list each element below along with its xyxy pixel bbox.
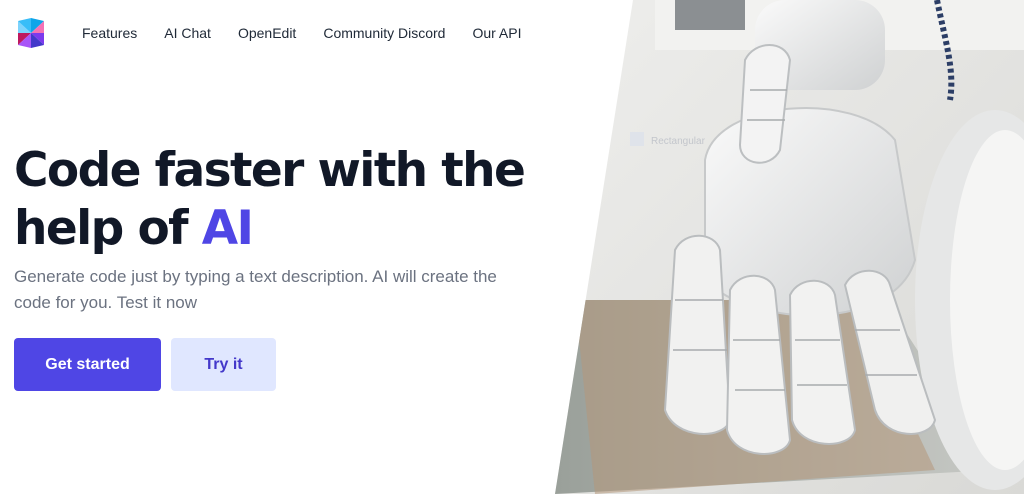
get-started-button[interactable]: Get started	[14, 338, 161, 391]
hero-subtitle: Generate code just by typing a text desc…	[14, 267, 497, 312]
hero-title: Code faster with the help of AI	[14, 142, 574, 258]
nav-links: Features AI Chat OpenEdit Community Disc…	[82, 24, 549, 42]
nav-link-community-discord[interactable]: Community Discord	[323, 24, 445, 42]
hero-title-text: Code faster with the help of	[14, 143, 526, 256]
overlay-label: Rectangular	[651, 136, 706, 147]
nav-link-our-api[interactable]: Our API	[472, 24, 521, 42]
robot-hand-image: Rectangular	[555, 0, 1024, 494]
try-it-button[interactable]: Try it	[171, 338, 276, 391]
nav-link-features[interactable]: Features	[82, 24, 137, 42]
nav-link-openedit[interactable]: OpenEdit	[238, 24, 296, 42]
brand-logo-icon[interactable]	[15, 17, 47, 49]
nav-link-ai-chat[interactable]: AI Chat	[164, 24, 211, 42]
hero-title-accent: AI	[201, 201, 254, 256]
